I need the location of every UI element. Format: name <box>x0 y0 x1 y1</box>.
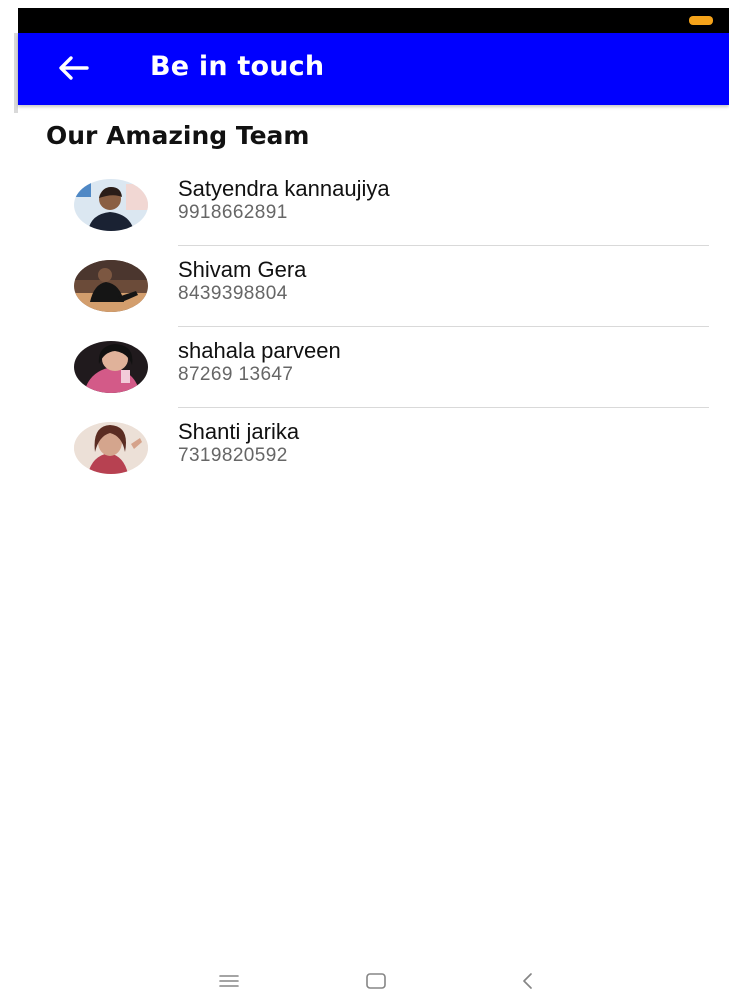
app-screen: Be in touch Our Amazing Team Satyendra k… <box>0 0 729 993</box>
member-phone: 7319820592 <box>178 445 288 466</box>
page-title: Be in touch <box>150 51 325 82</box>
member-phone: 9918662891 <box>178 202 288 223</box>
system-navigation-bar <box>0 962 729 993</box>
member-phone: 87269 13647 <box>178 364 294 385</box>
team-list: Satyendra kannaujiya 9918662891 Shivam G… <box>18 165 729 489</box>
member-name: Satyendra kannaujiya <box>178 176 390 201</box>
member-name: shahala parveen <box>178 338 341 363</box>
home-button[interactable] <box>363 970 391 992</box>
avatar <box>74 179 148 231</box>
team-member-item[interactable]: Shivam Gera 8439398804 <box>18 246 729 327</box>
member-name: Shivam Gera <box>178 257 307 282</box>
chevron-left-icon <box>514 973 542 993</box>
member-name: Shanti jarika <box>178 419 300 444</box>
menu-icon <box>216 975 244 993</box>
home-square-icon <box>363 973 391 993</box>
avatar <box>74 422 148 474</box>
member-phone: 8439398804 <box>178 283 288 304</box>
battery-icon <box>689 16 713 25</box>
team-member-item[interactable]: Satyendra kannaujiya 9918662891 <box>18 165 729 246</box>
menu-button[interactable] <box>216 970 244 992</box>
system-back-button[interactable] <box>514 970 542 992</box>
back-button[interactable] <box>56 53 96 87</box>
section-title: Our Amazing Team <box>46 121 310 150</box>
arrow-left-icon <box>56 55 90 85</box>
avatar <box>74 341 148 393</box>
team-member-item[interactable]: shahala parveen 87269 13647 <box>18 327 729 408</box>
team-member-item[interactable]: Shanti jarika 7319820592 <box>18 408 729 489</box>
status-bar <box>18 8 729 33</box>
app-bar: Be in touch <box>18 33 729 105</box>
avatar <box>74 260 148 312</box>
